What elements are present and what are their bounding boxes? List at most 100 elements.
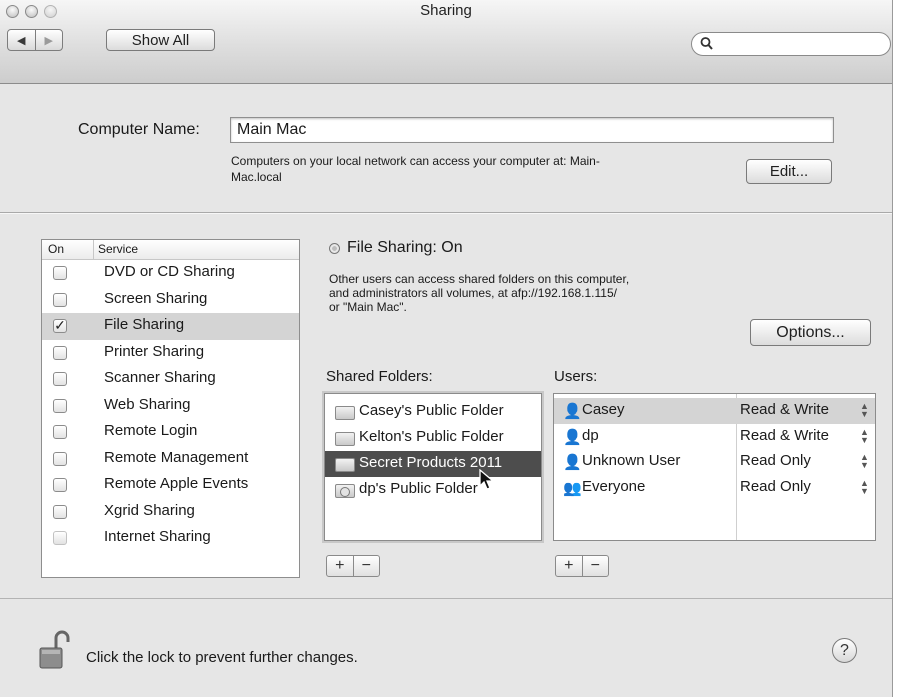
shared-folder-icon: [335, 484, 355, 498]
show-all-button[interactable]: Show All: [106, 29, 215, 51]
service-name: Web Sharing: [104, 395, 191, 413]
service-name: Screen Sharing: [104, 289, 208, 307]
service-checkbox[interactable]: [53, 345, 67, 360]
computer-name-label: Computer Name:: [78, 121, 200, 138]
service-checkbox-disabled[interactable]: [53, 531, 67, 545]
column-separator: [93, 240, 94, 259]
service-checkbox[interactable]: [53, 451, 67, 466]
help-button[interactable]: ?: [832, 638, 857, 663]
service-row-printer-sharing[interactable]: Printer Sharing: [42, 340, 299, 367]
back-button[interactable]: ◀: [8, 30, 35, 50]
options-button[interactable]: Options...: [750, 319, 871, 346]
service-row-remote-apple-events[interactable]: Remote Apple Events: [42, 472, 299, 499]
service-row-web-sharing[interactable]: Web Sharing: [42, 393, 299, 420]
folder-icon: [335, 406, 355, 420]
permission-value[interactable]: Read & Write: [740, 401, 829, 418]
search-field[interactable]: [691, 32, 891, 56]
lock-message: Click the lock to prevent further change…: [86, 649, 358, 666]
permission-value[interactable]: Read & Write: [740, 427, 829, 444]
lock-icon[interactable]: [38, 630, 74, 672]
description-line-1: Other users can access shared folders on…: [329, 272, 630, 286]
folder-row-selected[interactable]: Secret Products 2011: [325, 451, 541, 477]
service-row-xgrid-sharing[interactable]: Xgrid Sharing: [42, 499, 299, 526]
user-row[interactable]: 👥 Everyone Read Only ▲ ▼: [554, 475, 875, 501]
folder-icon: [335, 458, 355, 472]
service-name: File Sharing: [104, 316, 185, 333]
permission-stepper-icon[interactable]: ▲ ▼: [860, 427, 869, 444]
permission-stepper-icon[interactable]: ▲ ▼: [860, 402, 869, 419]
service-checkbox[interactable]: [53, 504, 67, 519]
service-name: Scanner Sharing: [104, 369, 216, 386]
file-sharing-description: Other users can access shared folders on…: [329, 272, 749, 314]
remove-user-button[interactable]: −: [581, 556, 609, 576]
shared-folders-label: Shared Folders:: [326, 368, 433, 385]
user-icon: 👤: [563, 428, 582, 446]
service-row-screen-sharing[interactable]: Screen Sharing: [42, 287, 299, 314]
user-row-selected[interactable]: 👤 Casey Read & Write ▲ ▼: [554, 398, 875, 424]
service-checkbox-checked[interactable]: ✓: [53, 318, 67, 333]
permission-value[interactable]: Read Only: [740, 478, 811, 495]
shared-folders-add-remove: + −: [326, 555, 380, 577]
service-list-header: On Service: [42, 240, 299, 260]
network-address-line-2: Mac.local: [231, 170, 282, 184]
service-row-file-sharing[interactable]: ✓ File Sharing: [42, 313, 299, 340]
service-checkbox[interactable]: [53, 478, 67, 492]
permission-stepper-icon[interactable]: ▲ ▼: [860, 478, 869, 495]
sharing-window: Sharing ◀ ▶ Show All Computer Name: Main…: [0, 0, 893, 697]
column-header-service[interactable]: Service: [98, 242, 138, 256]
user-name: dp: [582, 426, 599, 444]
column-header-on[interactable]: On: [48, 242, 88, 256]
folder-row[interactable]: Kelton's Public Folder: [325, 425, 541, 451]
permission-value[interactable]: Read Only: [740, 452, 811, 469]
service-checkbox[interactable]: [53, 372, 67, 386]
service-name: DVD or CD Sharing: [104, 263, 235, 280]
service-checkbox[interactable]: [53, 266, 67, 280]
description-line-3: or "Main Mac".: [329, 300, 407, 314]
description-line-2: and administrators all volumes, at afp:/…: [329, 286, 617, 300]
service-row-internet-sharing[interactable]: Internet Sharing: [42, 525, 299, 552]
remove-folder-button[interactable]: −: [352, 556, 380, 576]
folder-row[interactable]: Casey's Public Folder: [325, 399, 541, 425]
folder-icon: [335, 432, 355, 446]
add-folder-button[interactable]: +: [327, 556, 353, 576]
user-name: Unknown User: [582, 452, 681, 469]
mouse-pointer-icon: [479, 469, 495, 490]
users-label: Users:: [554, 368, 598, 385]
titlebar: Sharing ◀ ▶ Show All: [0, 0, 892, 84]
user-name: Everyone: [582, 477, 646, 495]
service-row-remote-management[interactable]: Remote Management: [42, 446, 299, 473]
nav-back-forward: ◀ ▶: [7, 29, 63, 51]
status-indicator-icon: [329, 243, 340, 254]
permission-stepper-icon[interactable]: ▲ ▼: [860, 453, 869, 470]
edit-button[interactable]: Edit...: [746, 159, 832, 184]
user-row[interactable]: 👤 dp Read & Write ▲ ▼: [554, 424, 875, 450]
user-icon: 👤: [563, 454, 582, 471]
service-row-scanner-sharing[interactable]: Scanner Sharing: [42, 366, 299, 393]
file-sharing-status: File Sharing: On: [347, 239, 463, 256]
service-checkbox[interactable]: [53, 292, 67, 307]
service-name: Remote Login: [104, 422, 198, 439]
folder-row[interactable]: dp's Public Folder: [325, 477, 541, 503]
user-name: Casey: [582, 401, 625, 418]
user-icon: 👤: [563, 403, 582, 420]
forward-button[interactable]: ▶: [34, 30, 63, 50]
folder-name: Casey's Public Folder: [359, 402, 504, 419]
service-row-dvd-sharing[interactable]: DVD or CD Sharing: [42, 260, 299, 287]
network-address-line-1: Computers on your local network can acce…: [231, 154, 600, 168]
folder-name: dp's Public Folder: [359, 480, 478, 497]
service-checkbox[interactable]: [53, 425, 67, 439]
bottom-divider: [0, 598, 892, 599]
service-list: On Service DVD or CD Sharing Screen Shar…: [41, 239, 300, 578]
service-name: Xgrid Sharing: [104, 501, 195, 519]
section-divider: [0, 212, 892, 214]
window-title: Sharing: [420, 2, 472, 19]
service-row-remote-login[interactable]: Remote Login: [42, 419, 299, 446]
service-checkbox[interactable]: [53, 398, 67, 413]
computer-name-input[interactable]: Main Mac: [230, 117, 834, 143]
service-name: Remote Apple Events: [104, 475, 249, 492]
user-row[interactable]: 👤 Unknown User Read Only ▲ ▼: [554, 449, 875, 475]
service-name: Printer Sharing: [104, 342, 205, 360]
add-user-button[interactable]: +: [556, 556, 582, 576]
search-icon: [700, 37, 713, 50]
group-icon: 👥: [563, 479, 582, 497]
